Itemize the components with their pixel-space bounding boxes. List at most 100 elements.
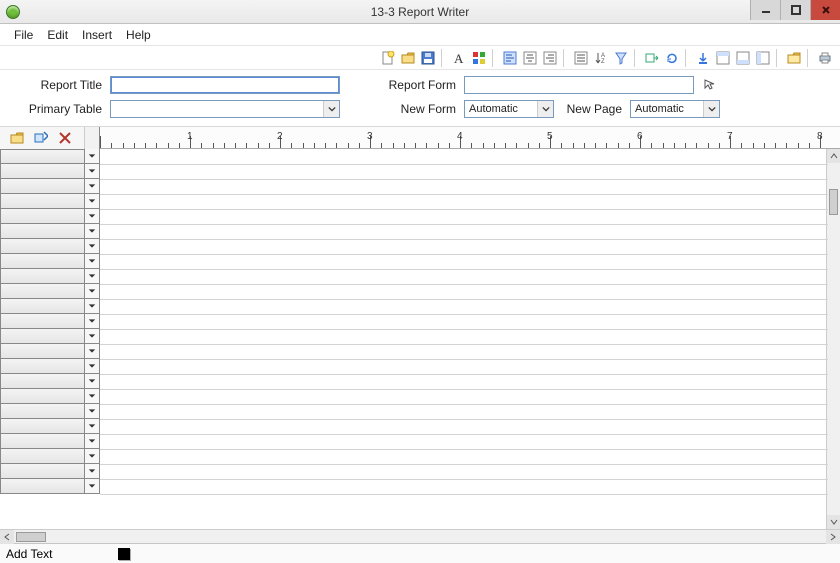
report-form-label: Report Form: [376, 78, 456, 92]
row-expand-icon[interactable]: [85, 269, 100, 284]
row-expand-icon[interactable]: [85, 359, 100, 374]
row-header[interactable]: [0, 434, 85, 449]
scroll-down-icon[interactable]: [827, 515, 840, 529]
row-header[interactable]: [0, 164, 85, 179]
row-header[interactable]: [0, 359, 85, 374]
sort-icon[interactable]: AZ: [592, 49, 610, 67]
row-header[interactable]: [0, 479, 85, 494]
row-expand-icon[interactable]: [85, 179, 100, 194]
color-swatch[interactable]: [118, 548, 130, 560]
add-field-icon[interactable]: [32, 129, 50, 147]
new-page-value: Automatic: [631, 103, 703, 115]
row-header[interactable]: [0, 449, 85, 464]
report-form-pointer-icon[interactable]: [702, 77, 718, 93]
row-header[interactable]: [0, 389, 85, 404]
menu-file[interactable]: File: [14, 28, 33, 42]
ruler-row: 12345678: [0, 127, 840, 149]
row-expand-icon[interactable]: [85, 299, 100, 314]
row-header[interactable]: [0, 419, 85, 434]
row-expand-icon[interactable]: [85, 224, 100, 239]
row-expand-icon[interactable]: [85, 194, 100, 209]
report-header-form: Report Title Report Form Primary Table N…: [0, 70, 840, 127]
new-icon[interactable]: [379, 49, 397, 67]
scroll-track[interactable]: [14, 530, 826, 544]
row-header[interactable]: [0, 464, 85, 479]
save-icon[interactable]: [419, 49, 437, 67]
row-expand-icon[interactable]: [85, 254, 100, 269]
menu-insert[interactable]: Insert: [82, 28, 112, 42]
close-button[interactable]: [810, 0, 840, 20]
text-icon[interactable]: A: [450, 49, 468, 67]
row-header[interactable]: [0, 404, 85, 419]
align-right-icon[interactable]: [541, 49, 559, 67]
align-left-icon[interactable]: [501, 49, 519, 67]
primary-table-combobox[interactable]: [110, 100, 340, 118]
palette-icon[interactable]: [470, 49, 488, 67]
maximize-button[interactable]: [780, 0, 810, 20]
row-expand-icon[interactable]: [85, 374, 100, 389]
chevron-down-icon: [703, 101, 719, 117]
row-header[interactable]: [0, 344, 85, 359]
row-expand-icon[interactable]: [85, 239, 100, 254]
row-header[interactable]: [0, 284, 85, 299]
row-expand-icon[interactable]: [85, 314, 100, 329]
row-expand-icon[interactable]: [85, 329, 100, 344]
row-header[interactable]: [0, 194, 85, 209]
row-header[interactable]: [0, 314, 85, 329]
scroll-thumb[interactable]: [829, 189, 838, 215]
row-header[interactable]: [0, 149, 85, 164]
move-down-icon[interactable]: [694, 49, 712, 67]
row-expand-icon[interactable]: [85, 209, 100, 224]
print-icon[interactable]: [816, 49, 834, 67]
scroll-left-icon[interactable]: [0, 530, 14, 544]
row-expand-icon[interactable]: [85, 344, 100, 359]
open-report-icon[interactable]: [8, 129, 26, 147]
row-header[interactable]: [0, 224, 85, 239]
row-header[interactable]: [0, 269, 85, 284]
report-form-field[interactable]: [464, 76, 694, 94]
row-expand-icon[interactable]: [85, 479, 100, 494]
row-expand-icon[interactable]: [85, 389, 100, 404]
scroll-up-icon[interactable]: [827, 149, 840, 163]
col3-icon[interactable]: [754, 49, 772, 67]
report-title-field[interactable]: [110, 76, 340, 94]
vertical-scrollbar[interactable]: [826, 149, 840, 529]
folder-icon[interactable]: [785, 49, 803, 67]
scroll-right-icon[interactable]: [826, 530, 840, 544]
ruler: 12345678: [100, 127, 840, 149]
row-expand-icon[interactable]: [85, 164, 100, 179]
filter-icon[interactable]: [612, 49, 630, 67]
row-expand-icon[interactable]: [85, 284, 100, 299]
row-expand-icon[interactable]: [85, 434, 100, 449]
new-page-combobox[interactable]: Automatic: [630, 100, 720, 118]
row-expand-icon[interactable]: [85, 149, 100, 164]
list-icon[interactable]: [572, 49, 590, 67]
menu-help[interactable]: Help: [126, 28, 151, 42]
design-canvas[interactable]: [100, 149, 840, 529]
row-expand-icon[interactable]: [85, 419, 100, 434]
menu-edit[interactable]: Edit: [47, 28, 68, 42]
row-header[interactable]: [0, 239, 85, 254]
row-header[interactable]: [0, 329, 85, 344]
row-header[interactable]: [0, 374, 85, 389]
row-header[interactable]: [0, 179, 85, 194]
row-expand-icon[interactable]: [85, 464, 100, 479]
row-header[interactable]: [0, 299, 85, 314]
minimize-button[interactable]: [750, 0, 780, 20]
export-icon[interactable]: [643, 49, 661, 67]
menu-bar: File Edit Insert Help: [0, 24, 840, 46]
separator: [563, 49, 568, 67]
row-header[interactable]: [0, 254, 85, 269]
refresh-icon[interactable]: [663, 49, 681, 67]
align-center-icon[interactable]: [521, 49, 539, 67]
row-header[interactable]: [0, 209, 85, 224]
row-expand-icon[interactable]: [85, 404, 100, 419]
horizontal-scrollbar[interactable]: [0, 529, 840, 543]
new-form-combobox[interactable]: Automatic: [464, 100, 554, 118]
scroll-thumb-h[interactable]: [16, 532, 46, 542]
open-icon[interactable]: [399, 49, 417, 67]
col2-icon[interactable]: [734, 49, 752, 67]
row-expand-icon[interactable]: [85, 449, 100, 464]
delete-icon[interactable]: [56, 129, 74, 147]
col1-icon[interactable]: [714, 49, 732, 67]
